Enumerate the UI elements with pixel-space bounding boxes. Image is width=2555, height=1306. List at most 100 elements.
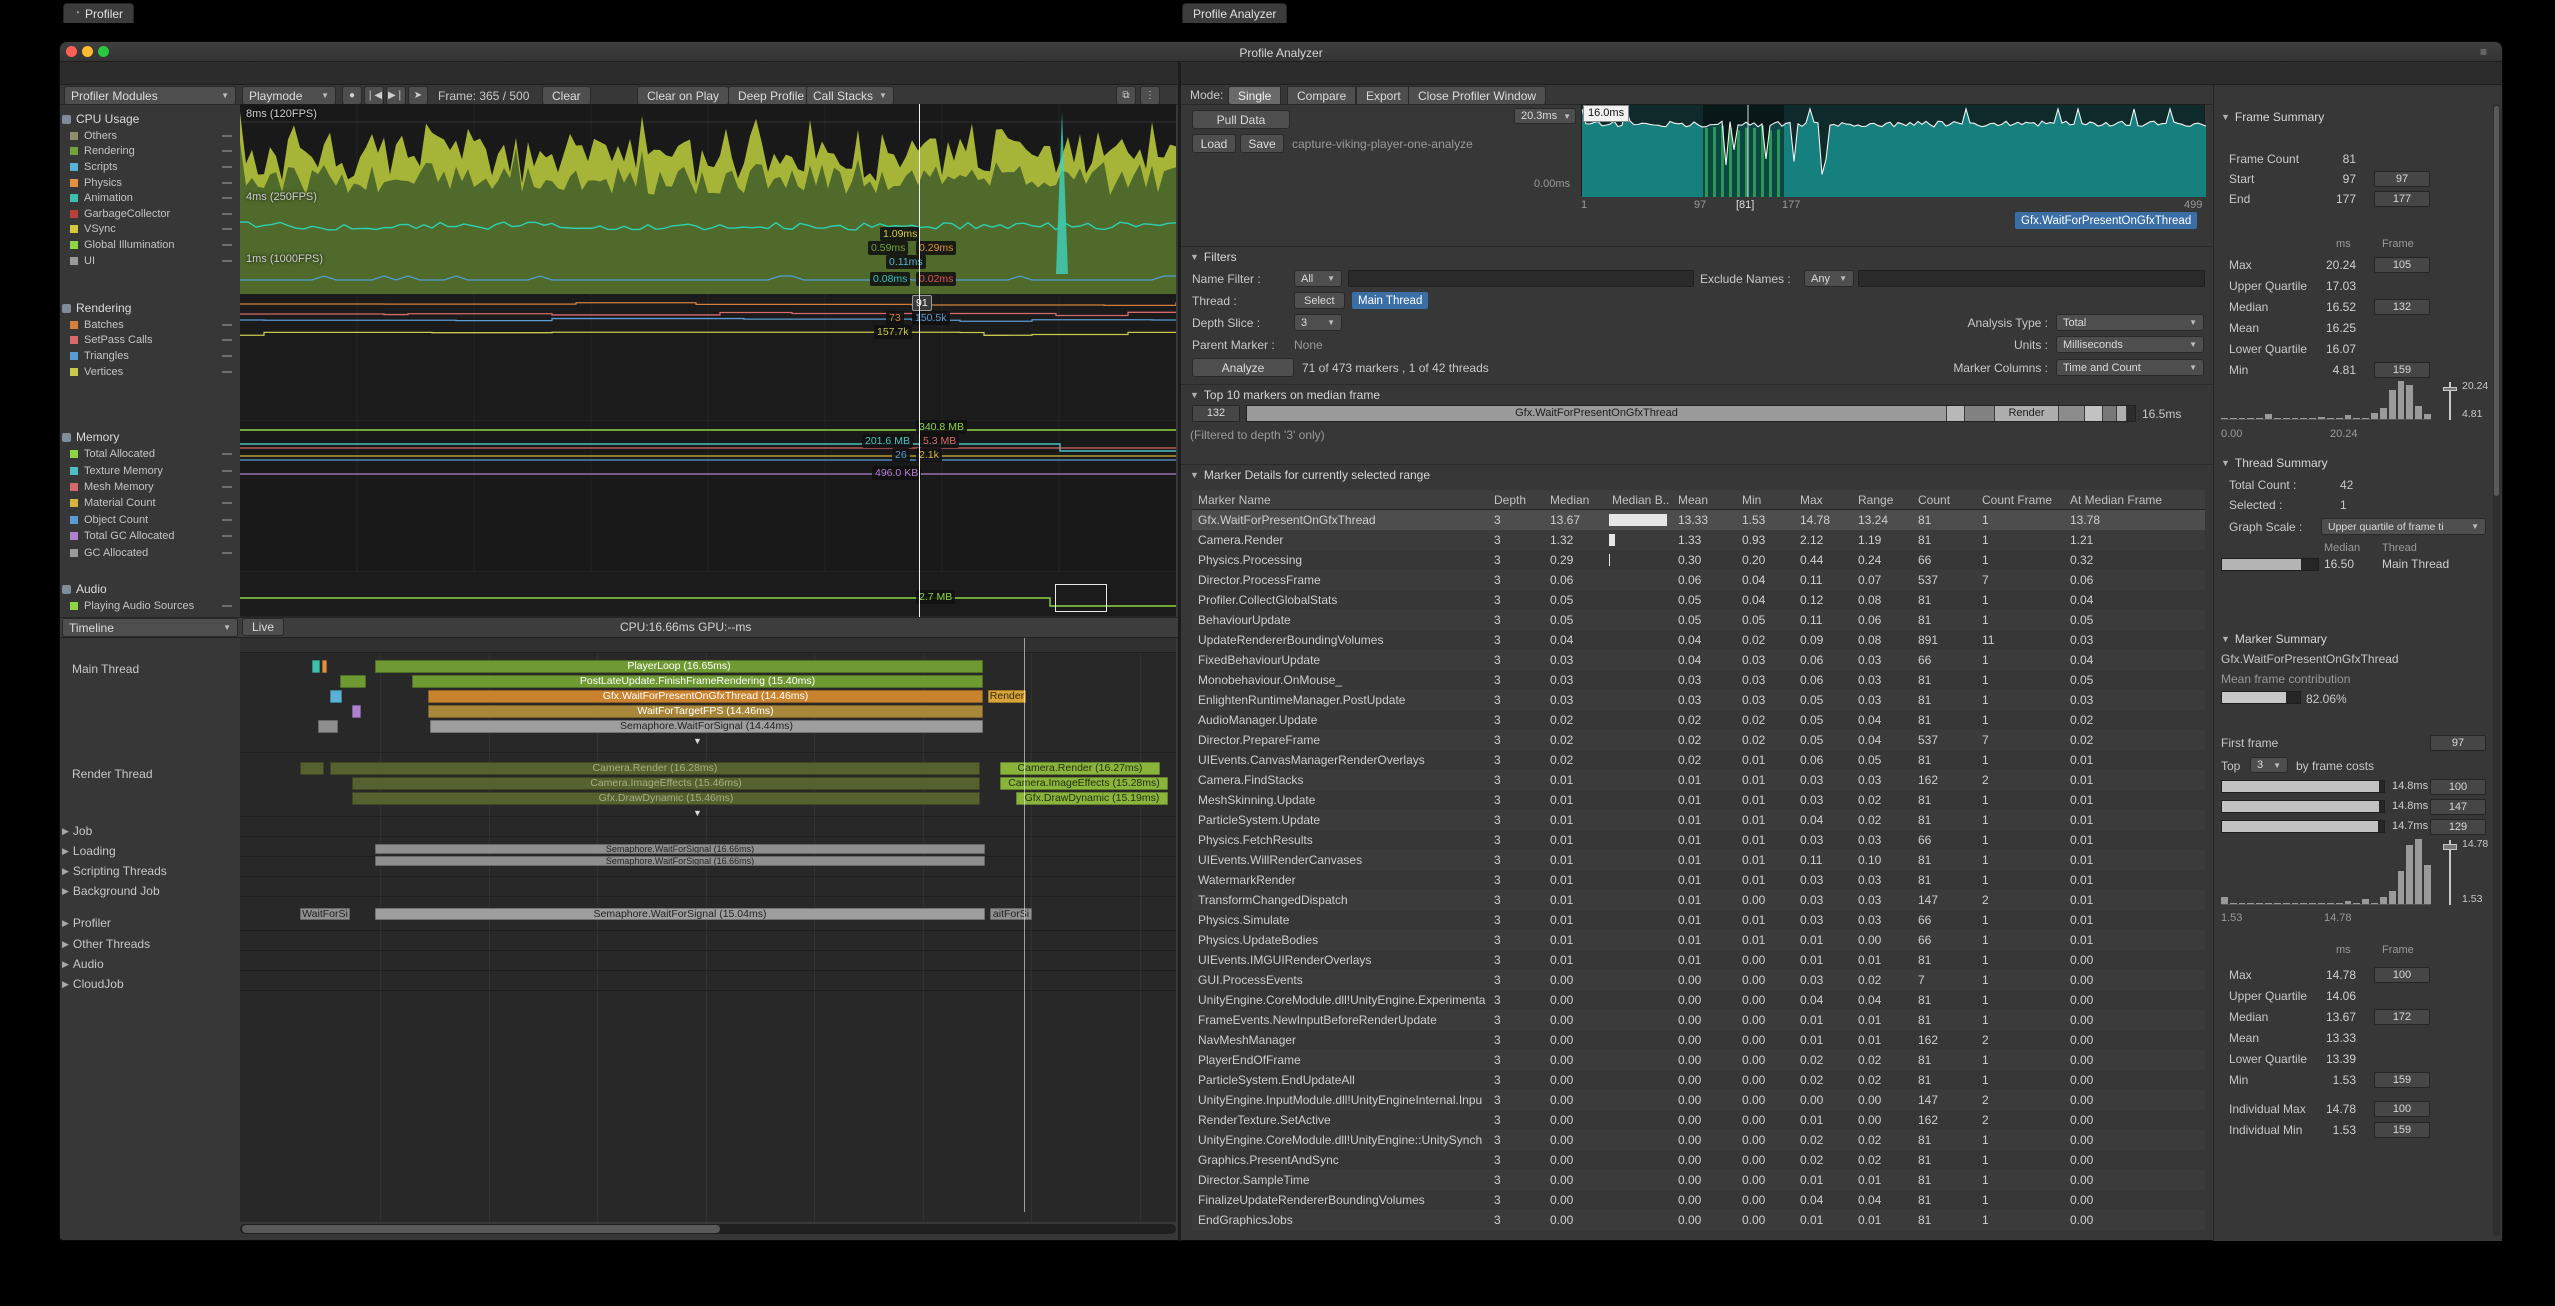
pull-data-button[interactable]: Pull Data [1192, 110, 1290, 129]
timeline-bar[interactable] [330, 690, 342, 703]
rendering-chart[interactable] [240, 294, 1176, 421]
legend-item-vertices[interactable]: Vertices [62, 364, 238, 380]
chevron-right-icon[interactable]: ▶ [62, 939, 69, 950]
timeline-bar-gfx-drawdynamic-15-46ms[interactable]: Gfx.DrawDynamic (15.46ms) [352, 792, 980, 805]
save-button[interactable]: Save [1240, 134, 1284, 153]
table-row-finalizeupdaterendererboundingvolumes[interactable]: FinalizeUpdateRendererBoundingVolumes30.… [1192, 1190, 2205, 1210]
top10-segment[interactable] [2059, 406, 2085, 421]
top10-segment[interactable] [1965, 406, 1995, 421]
frame-time-chart[interactable] [1581, 104, 2205, 196]
timeline-bar[interactable] [318, 720, 338, 733]
analyze-button[interactable]: Analyze [1192, 358, 1294, 377]
frame-jump-button[interactable]: 132 [2374, 299, 2430, 315]
next-frame-icon[interactable]: ▶❘ [386, 86, 406, 105]
timeline-bar-semaphore-waitforsignal-15-04ms[interactable]: Semaphore.WaitForSignal (15.04ms) [375, 908, 985, 920]
legend-item-total-allocated[interactable]: Total Allocated [62, 446, 238, 462]
thread-label-cloudjob[interactable]: ▶CloudJob [62, 975, 238, 993]
clear-button[interactable]: Clear [542, 86, 591, 105]
timeline-h-scrollbar[interactable] [240, 1224, 1176, 1234]
legend-item-ui[interactable]: UI [62, 253, 238, 269]
top10-segment-gfx-waitforpresentongfxthread[interactable]: Gfx.WaitForPresentOnGfxThread [1247, 406, 1947, 421]
module-header-audio[interactable]: Audio [62, 580, 238, 598]
column-header-depth[interactable]: Depth [1488, 490, 1544, 509]
table-row-physics-fetchresults[interactable]: Physics.FetchResults30.010.010.010.030.0… [1192, 830, 2205, 850]
tab-profiler[interactable]: ◔ Profiler [63, 3, 134, 23]
median-frame-button[interactable]: 132 [1192, 405, 1240, 422]
legend-item-garbagecollector[interactable]: GarbageCollector [62, 206, 238, 222]
column-header-count-frame[interactable]: Count Frame [1976, 490, 2064, 509]
timeline-bar-render[interactable]: Render [988, 690, 1026, 703]
timeline-bar[interactable] [322, 660, 327, 673]
thread-label-main-thread[interactable]: Main Thread [62, 660, 238, 678]
table-row-physics-processing[interactable]: Physics.Processing30.290.300.200.440.246… [1192, 550, 2205, 570]
legend-item-total-gc-allocated[interactable]: Total GC Allocated [62, 528, 238, 544]
chart-scale-dropdown[interactable]: 20.3ms▼ [1514, 108, 1576, 124]
thread-label-job[interactable]: ▶Job [62, 822, 238, 840]
table-row-camera-render[interactable]: Camera.Render31.321.330.932.121.198111.2… [1192, 530, 2205, 550]
thread-summary-foldout[interactable]: ▼Thread Summary [2221, 456, 2328, 470]
selected-marker-chip[interactable]: Gfx.WaitForPresentOnGfxThread [2015, 212, 2197, 229]
chevron-right-icon[interactable]: ▶ [62, 886, 69, 897]
column-header-median[interactable]: Median [1544, 490, 1606, 509]
frame-jump-button[interactable]: 172 [2374, 1009, 2430, 1025]
thread-label-other-threads[interactable]: ▶Other Threads [62, 935, 238, 953]
cpu-usage-chart[interactable] [240, 104, 1176, 294]
thread-label-scripting-threads[interactable]: ▶Scripting Threads [62, 862, 238, 880]
top10-segment[interactable] [2117, 406, 2127, 421]
marker-table-header[interactable]: Marker NameDepthMedianMedian B..MeanMinM… [1192, 490, 2205, 510]
more-icon[interactable]: ⋮ [1140, 86, 1160, 105]
timeline-bar[interactable] [300, 762, 324, 775]
legend-item-mesh-memory[interactable]: Mesh Memory [62, 479, 238, 495]
legend-item-scripts[interactable]: Scripts [62, 159, 238, 175]
timeline-bar-gfx-drawdynamic-15-19ms[interactable]: Gfx.DrawDynamic (15.19ms) [1016, 792, 1168, 805]
column-header-count[interactable]: Count [1912, 490, 1976, 509]
record-icon[interactable]: ● [342, 86, 362, 105]
legend-item-material-count[interactable]: Material Count [62, 495, 238, 511]
chevron-right-icon[interactable]: ▶ [62, 846, 69, 857]
call-stacks-dropdown[interactable]: Call Stacks▼ [806, 86, 894, 105]
legend-item-vsync[interactable]: VSync [62, 222, 238, 238]
table-row-audiomanager-update[interactable]: AudioManager.Update30.020.020.020.050.04… [1192, 710, 2205, 730]
marker-columns-dropdown[interactable]: Time and Count▼ [2056, 359, 2204, 376]
table-row-director-sampletime[interactable]: Director.SampleTime30.000.000.000.010.01… [1192, 1170, 2205, 1190]
collapse-chevron-main[interactable]: ▼ [693, 736, 702, 746]
depth-slice-dropdown[interactable]: 3▼ [1294, 314, 1342, 331]
legend-item-texture-memory[interactable]: Texture Memory [62, 462, 238, 478]
name-filter-mode-dropdown[interactable]: All▼ [1294, 270, 1342, 287]
column-header-marker-name[interactable]: Marker Name [1192, 490, 1488, 509]
marker-summary-foldout[interactable]: ▼Marker Summary [2221, 632, 2327, 646]
timeline-bar[interactable] [340, 675, 366, 688]
frame-jump-button[interactable]: 129 [2430, 819, 2486, 835]
chevron-right-icon[interactable]: ▶ [62, 918, 69, 929]
table-row-profiler-collectglobalstats[interactable]: Profiler.CollectGlobalStats30.050.050.04… [1192, 590, 2205, 610]
legend-item-animation[interactable]: Animation [62, 190, 238, 206]
timeline-bar-playerloop-16-65ms[interactable]: PlayerLoop (16.65ms) [375, 660, 983, 673]
frame-jump-button[interactable]: 100 [2374, 1101, 2430, 1117]
legend-item-rendering[interactable]: Rendering [62, 144, 238, 160]
marker-details-foldout[interactable]: ▼Marker Details for currently selected r… [1190, 468, 1430, 482]
timeline-bar-camera-imageeffects-15-28ms[interactable]: Camera.ImageEffects (15.28ms) [1000, 777, 1168, 790]
timeline-bar[interactable] [352, 705, 361, 718]
close-window-icon[interactable] [66, 46, 77, 57]
frame-jump-button[interactable]: 147 [2430, 799, 2486, 815]
column-header-max[interactable]: Max [1794, 490, 1852, 509]
table-row-graphics-presentandsync[interactable]: Graphics.PresentAndSync30.000.000.000.02… [1192, 1150, 2205, 1170]
frame-summary-foldout[interactable]: ▼Frame Summary [2221, 110, 2324, 124]
table-row-uievents-willrendercanvases[interactable]: UIEvents.WillRenderCanvases30.010.010.01… [1192, 850, 2205, 870]
table-row-watermarkrender[interactable]: WatermarkRender30.010.010.010.030.038110… [1192, 870, 2205, 890]
window-menu-icon[interactable]: ≡ [2480, 45, 2487, 59]
thread-label-loading[interactable]: ▶Loading [62, 842, 238, 860]
table-row-monobehaviour-onmouse[interactable]: Monobehaviour.OnMouse_30.030.030.030.060… [1192, 670, 2205, 690]
module-header-rendering[interactable]: Rendering [62, 299, 238, 317]
timeline-bar-semaphore-waitforsignal-14-44ms[interactable]: Semaphore.WaitForSignal (14.44ms) [430, 720, 983, 733]
graph-scale-dropdown[interactable]: Upper quartile of frame ti▼ [2321, 518, 2486, 535]
legend-item-object-count[interactable]: Object Count [62, 512, 238, 528]
legend-item-gc-allocated[interactable]: GC Allocated [62, 544, 238, 560]
timeline-bar-camera-render-16-28ms[interactable]: Camera.Render (16.28ms) [330, 762, 980, 775]
legend-item-setpass-calls[interactable]: SetPass Calls [62, 333, 238, 349]
audio-chart[interactable] [240, 572, 1176, 617]
top10-segment-render[interactable]: Render [1995, 406, 2059, 421]
marker-table[interactable]: Gfx.WaitForPresentOnGfxThread313.6713.33… [1192, 510, 2205, 1236]
table-row-director-prepareframe[interactable]: Director.PrepareFrame30.020.020.020.050.… [1192, 730, 2205, 750]
first-frame-button[interactable]: 97 [2430, 735, 2486, 751]
